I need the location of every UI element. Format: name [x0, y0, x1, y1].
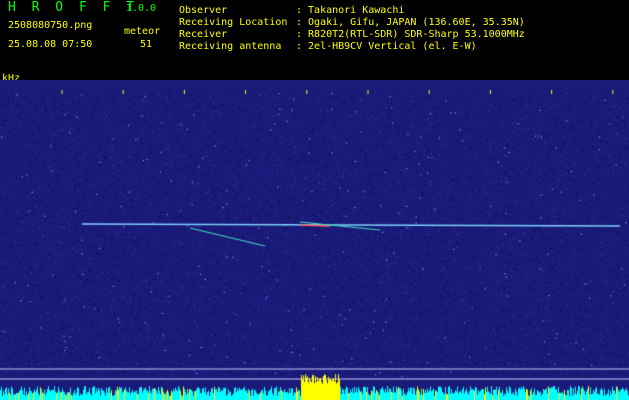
- antenna-label: Receiving antenna: [179, 41, 282, 52]
- app-title: H R O F F T: [8, 0, 139, 15]
- app-version: 1.0.0: [126, 3, 157, 14]
- file-name: 2508080750.png: [8, 20, 93, 31]
- spectrogram-display: [0, 80, 629, 400]
- header-panel: H R O F F T 1.0.0 2508080750.png 25.08.0…: [0, 0, 629, 68]
- receiver-label: Receiver: [179, 29, 228, 40]
- antenna-value: : 2el-HB9CV Vertical (el. E-W): [296, 41, 477, 52]
- meteor-label: meteor: [124, 26, 161, 37]
- observer-value: : Takanori Kawachi: [296, 5, 405, 16]
- observer-label: Observer: [179, 5, 228, 16]
- receiver-value: : R820T2(RTL-SDR) SDR-Sharp 53.1000MHz: [296, 29, 525, 40]
- location-label: Receiving Location: [179, 17, 288, 28]
- meteor-count: 51: [140, 39, 153, 50]
- file-datetime: 25.08.08 07:50: [8, 39, 93, 50]
- location-value: : Ogaki, Gifu, JAPAN (136.60E, 35.35N): [296, 17, 525, 28]
